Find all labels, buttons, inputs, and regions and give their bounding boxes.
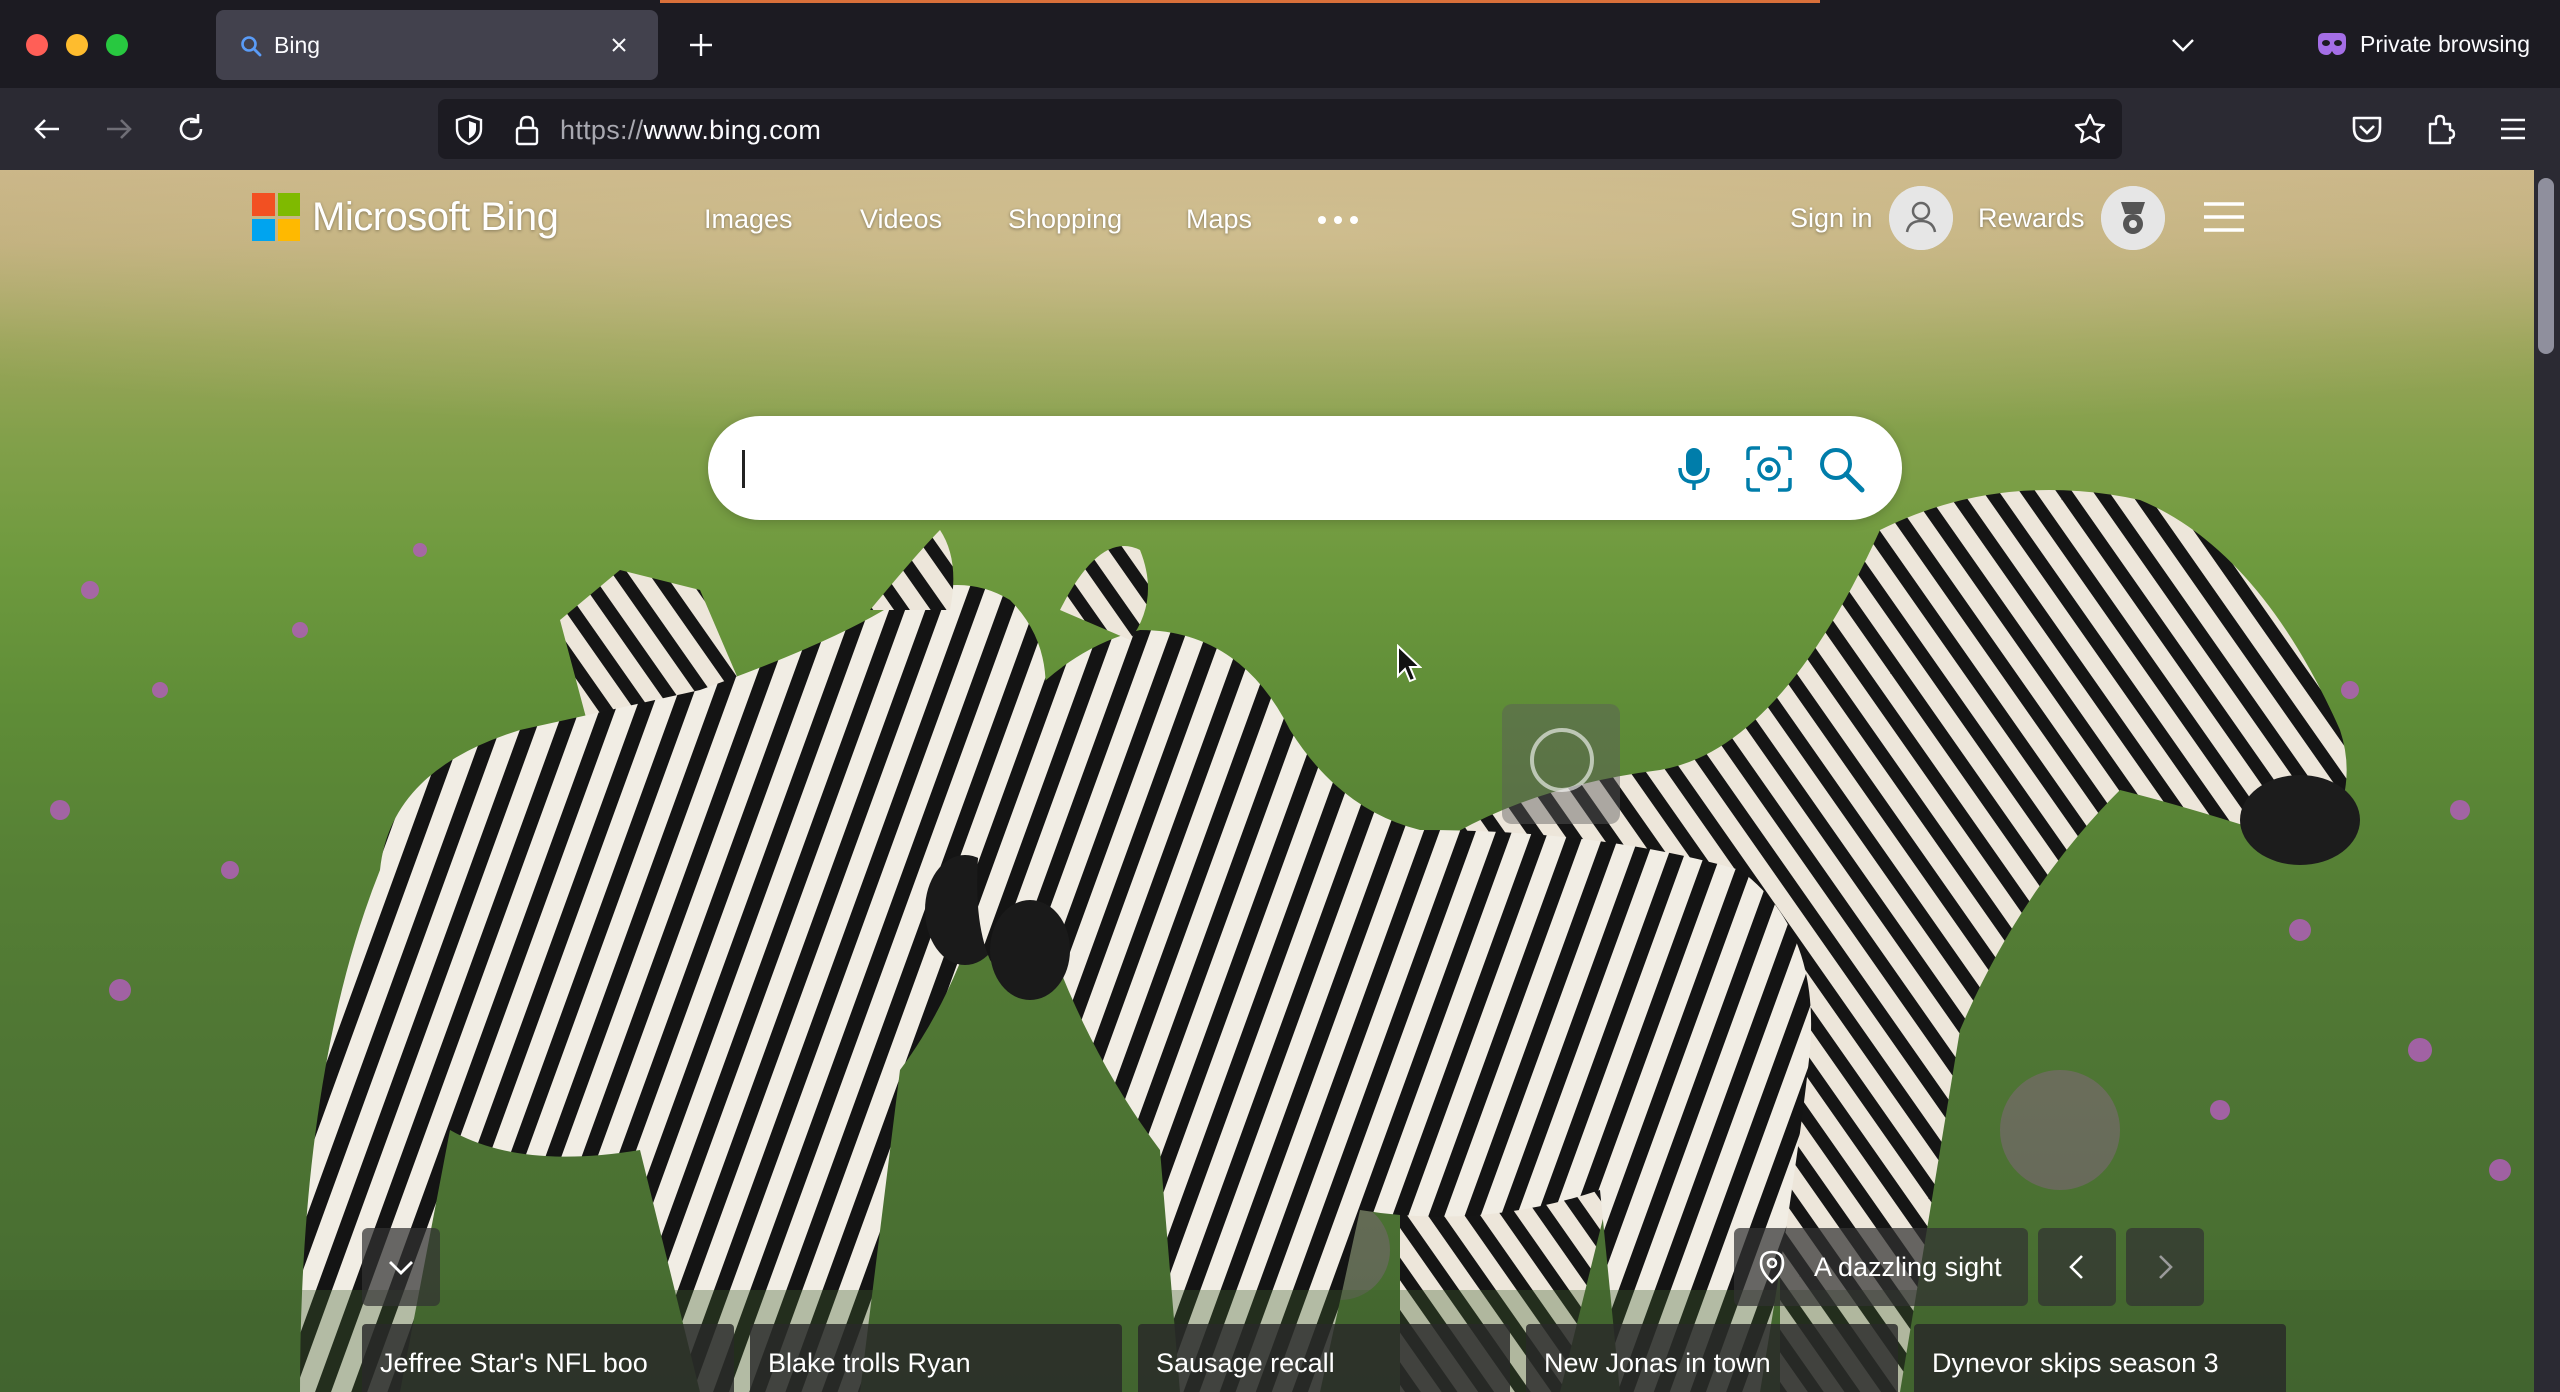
tab-title: Bing [274,32,321,58]
back-arrow-icon[interactable] [28,110,66,148]
news-card[interactable]: New Jonas in town [1526,1324,1898,1392]
window-minimize-button[interactable] [66,34,88,56]
text-caret [742,450,745,488]
nav-maps-link[interactable]: Maps [1186,204,1252,235]
microsoft-logo-icon [252,193,300,241]
news-headline: Sausage recall [1156,1348,1335,1378]
rewards-label: Rewards [1978,202,2085,233]
chevron-right-icon [2159,1255,2173,1279]
chevron-down-icon [389,1261,413,1275]
browser-window: Bing Private browsing https://www.bing.c… [0,0,2560,1392]
reload-icon[interactable] [172,110,210,148]
search-box[interactable] [708,416,1902,520]
background-zebra-image [0,170,2534,1392]
list-all-tabs-chevron-down-icon[interactable] [2168,32,2198,58]
bing-logo[interactable]: Microsoft Bing [252,192,559,242]
tracking-shield-icon[interactable] [452,113,486,147]
avatar-user-icon [1888,186,1953,250]
search-icon [241,36,262,57]
hamburger-menu-icon[interactable] [2202,200,2246,234]
tab-bing[interactable]: Bing [216,10,658,80]
window-maximize-button[interactable] [106,34,128,56]
image-title: A dazzling sight [1814,1252,2002,1282]
microphone-icon[interactable] [1672,444,1716,494]
extensions-icon[interactable] [2422,110,2460,148]
rewards-medal-icon [2100,186,2165,250]
window-close-button[interactable] [26,34,48,56]
scrollbar-thumb[interactable] [2538,178,2554,354]
tab-strip: Bing Private browsing [0,0,2560,88]
news-card[interactable]: Jeffree Star's NFL boo [362,1324,734,1392]
chevron-left-icon [2069,1255,2083,1279]
address-bar[interactable]: https://www.bing.com [438,99,2122,159]
bookmark-star-icon[interactable] [2072,111,2108,147]
news-card[interactable]: Sausage recall [1138,1324,1510,1392]
news-headline: Jeffree Star's NFL boo [380,1348,648,1378]
image-info-button[interactable]: A dazzling sight [1734,1228,2028,1306]
private-mask-icon [2318,33,2346,55]
sign-in-label: Sign in [1790,202,1873,233]
news-card[interactable]: Dynevor skips season 3 [1914,1324,2286,1392]
close-icon[interactable] [604,30,634,60]
sign-in-button[interactable]: Sign in [1790,186,1953,250]
nav-shopping-link[interactable]: Shopping [1008,204,1122,235]
search-icon[interactable] [1816,444,1866,494]
hotspot-search-icon [1530,728,1594,792]
url-scheme: https:// [560,115,644,145]
more-dots-icon[interactable] [1316,214,1360,226]
nav-videos-link[interactable]: Videos [860,204,942,235]
news-headline: Blake trolls Ryan [768,1348,971,1378]
search-input[interactable] [748,436,1648,500]
bing-homepage: Microsoft Bing Images Videos Shopping Ma… [0,170,2534,1392]
next-image-button[interactable] [2126,1228,2204,1306]
brand-name: Microsoft Bing [312,194,559,239]
forward-arrow-icon[interactable] [100,110,138,148]
news-headline: New Jonas in town [1544,1348,1771,1378]
rewards-button[interactable]: Rewards [1978,186,2165,250]
visual-search-hotspot[interactable] [1502,704,1620,824]
previous-image-button[interactable] [2038,1228,2116,1306]
mouse-pointer-icon [1397,644,1422,683]
app-menu-icon[interactable] [2494,110,2532,148]
private-browsing-indicator: Private browsing [2316,28,2530,60]
url-text[interactable]: https://www.bing.com [560,115,821,146]
url-host: www.bing.com [643,115,822,145]
visual-search-icon[interactable] [1744,444,1794,494]
lock-icon[interactable] [512,113,542,147]
navigation-toolbar: https://www.bing.com [0,88,2560,170]
pocket-icon[interactable] [2348,110,2386,148]
news-headline: Dynevor skips season 3 [1932,1348,2219,1378]
scroll-down-button[interactable] [362,1228,440,1306]
nav-images-link[interactable]: Images [704,204,793,235]
new-tab-icon[interactable] [686,30,716,60]
news-card[interactable]: Blake trolls Ryan [750,1324,1122,1392]
private-browsing-label: Private browsing [2360,30,2531,57]
location-pin-icon [1759,1250,1785,1284]
